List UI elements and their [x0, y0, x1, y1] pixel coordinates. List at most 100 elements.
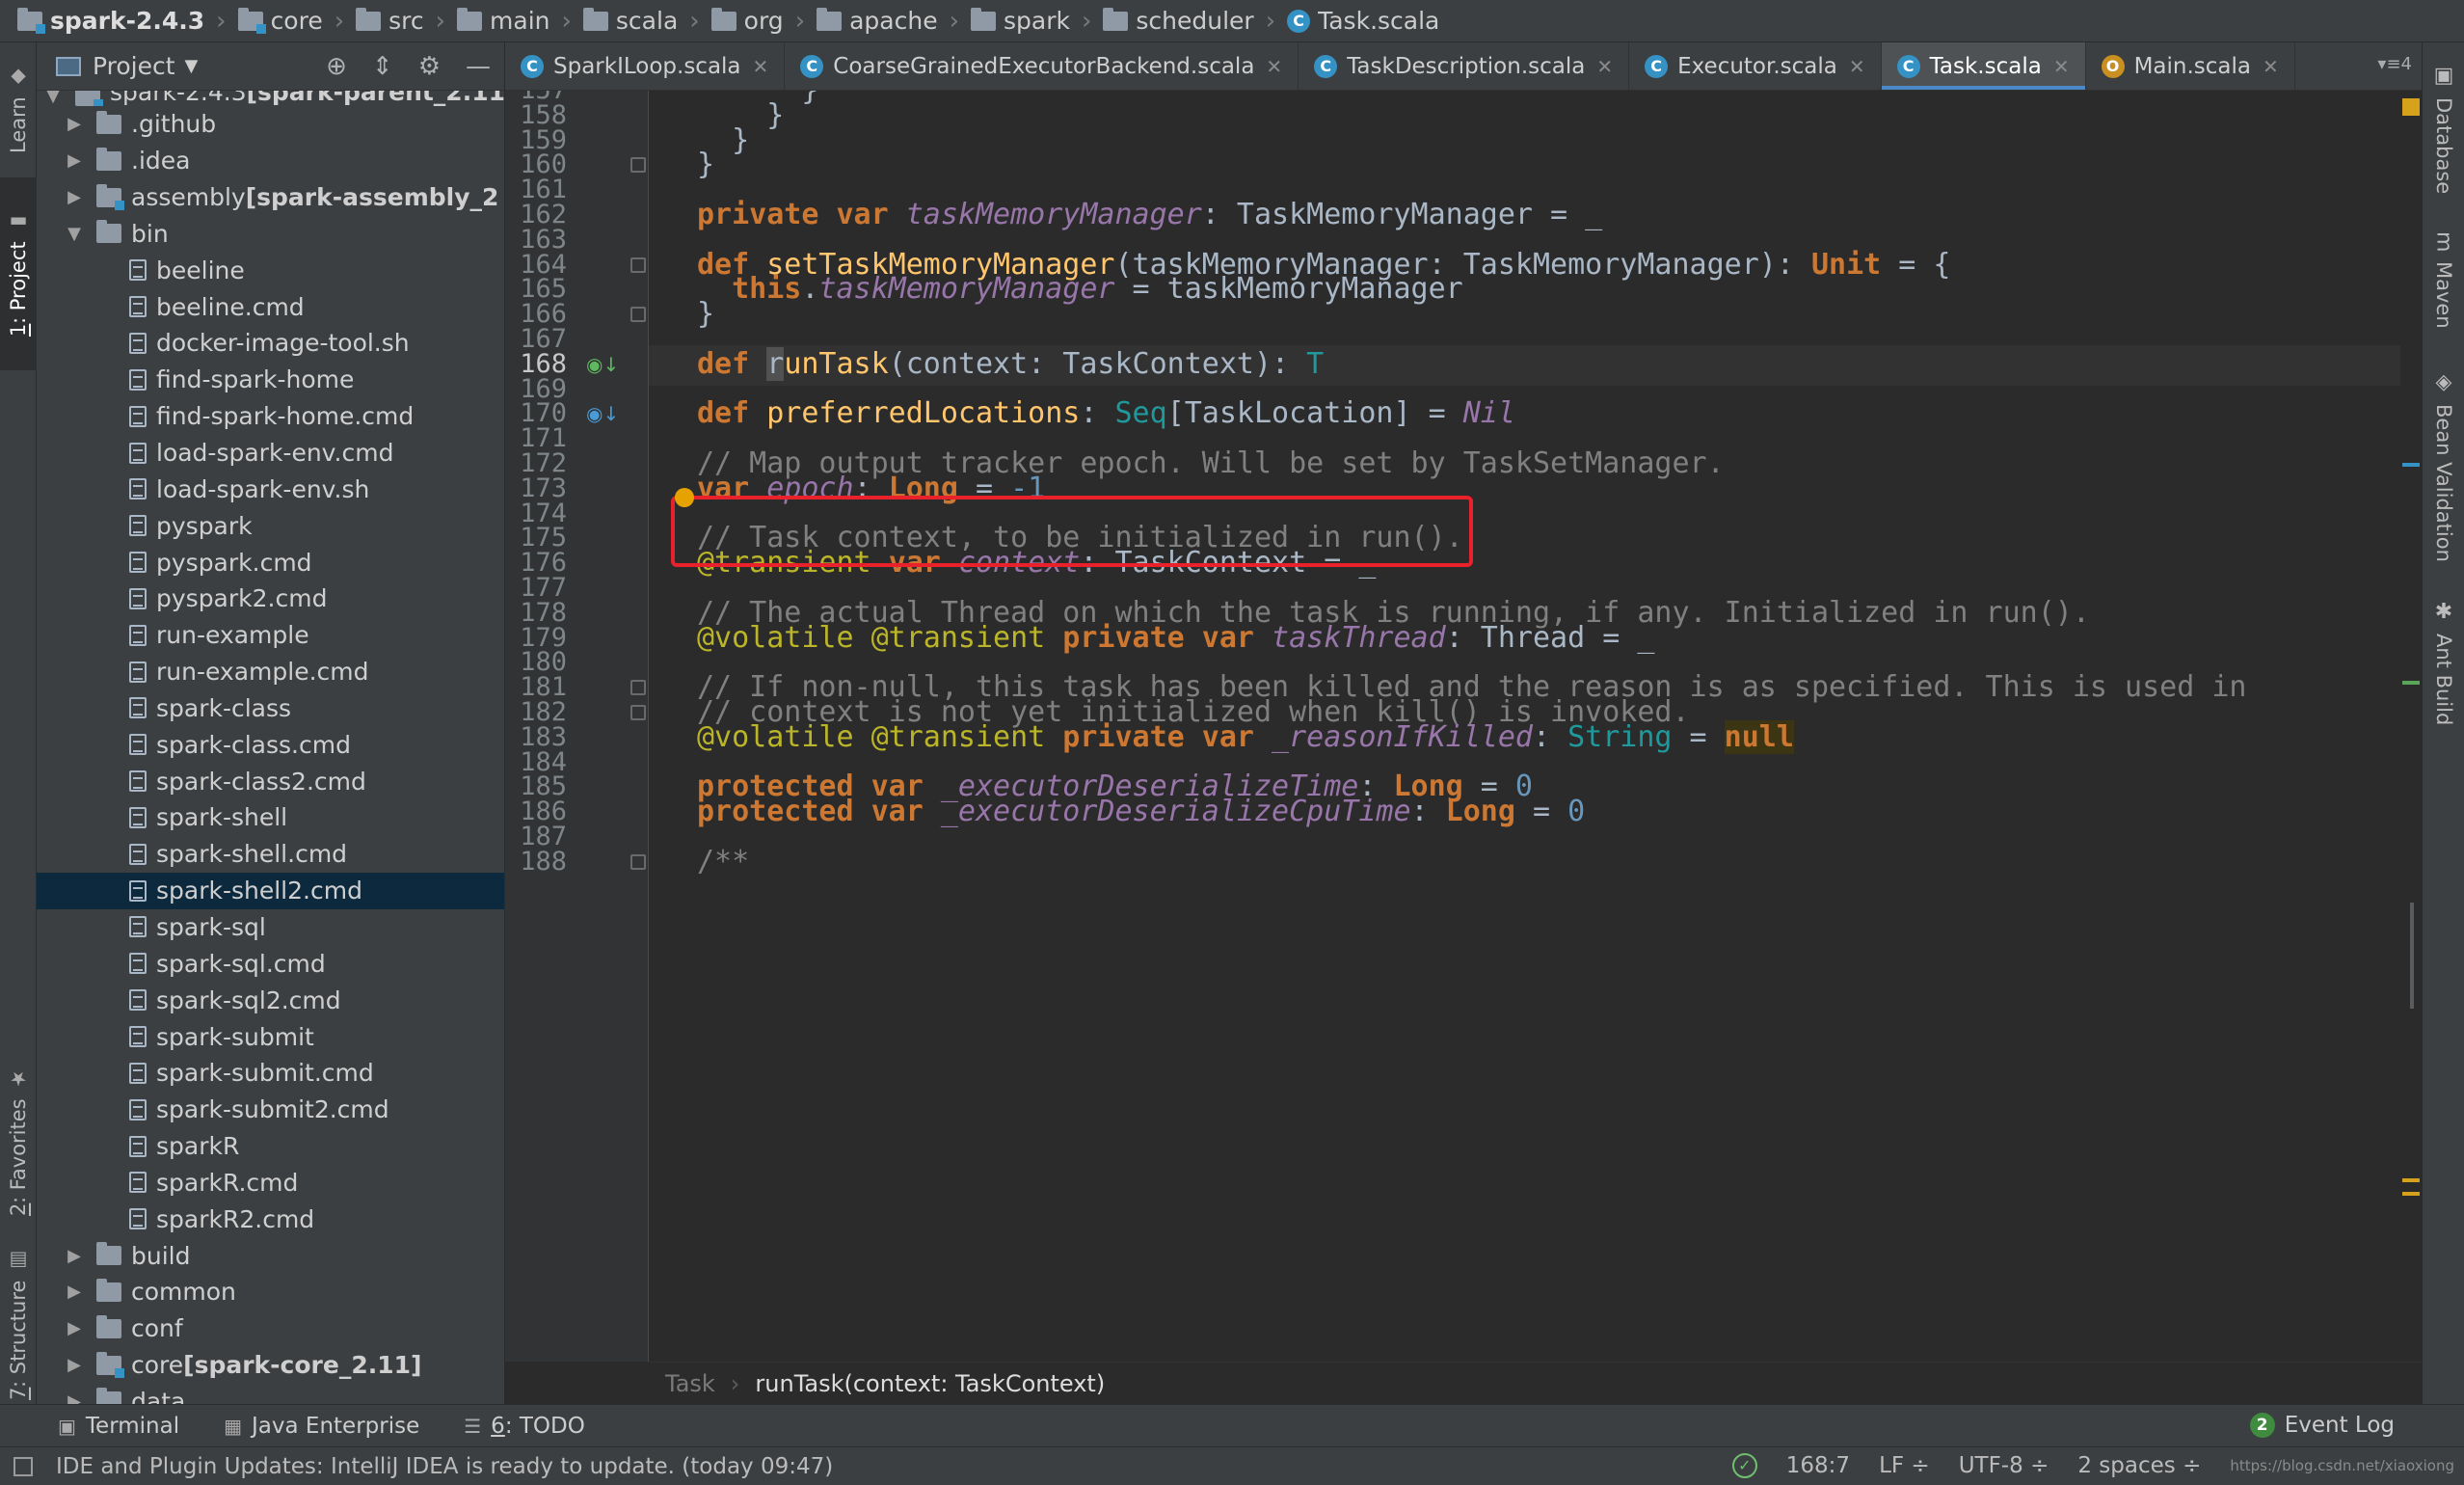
collapse-all-icon[interactable]: ⇕: [372, 52, 393, 81]
fold-marker-icon[interactable]: [630, 680, 646, 696]
editor-tab[interactable]: O Main.scala ✕: [2086, 42, 2295, 90]
project-tool-tab[interactable]: 1: Project ▬: [0, 177, 37, 370]
collapse-arrow-icon[interactable]: ▶: [66, 187, 83, 207]
close-icon[interactable]: ✕: [2263, 55, 2279, 78]
file-item[interactable]: spark-submit2.cmd: [37, 1092, 504, 1128]
breadcrumb-item[interactable]: org: [710, 7, 784, 35]
stripe-mark[interactable]: [2402, 463, 2420, 467]
warning-status-icon[interactable]: [2402, 98, 2420, 116]
stripe-mark[interactable]: [2402, 1192, 2420, 1196]
close-icon[interactable]: ✕: [2053, 55, 2070, 78]
favorites-tool-tab[interactable]: 2: Favorites ★: [0, 1045, 37, 1238]
editor-tab[interactable]: C CoarseGrainedExecutorBackend.scala ✕: [785, 42, 1299, 90]
line-separator[interactable]: LF ÷: [1879, 1453, 1930, 1478]
file-item[interactable]: spark-shell.cmd: [37, 836, 504, 873]
file-item[interactable]: spark-shell: [37, 799, 504, 836]
file-item[interactable]: spark-submit.cmd: [37, 1055, 504, 1092]
intention-bulb-icon[interactable]: [675, 488, 694, 507]
collapse-arrow-icon[interactable]: ▶: [66, 114, 83, 134]
file-item[interactable]: spark-shell2.cmd: [37, 872, 504, 909]
folder-item[interactable]: ▼ spark-2.4.3 [spark-parent_2.11: [37, 91, 504, 106]
breadcrumb-item[interactable]: scala: [582, 7, 678, 35]
file-item[interactable]: sparkR: [37, 1128, 504, 1165]
fold-marker-icon[interactable]: [630, 705, 646, 720]
file-item[interactable]: run-example: [37, 617, 504, 654]
editor-scrollbar-thumb[interactable]: [2410, 903, 2414, 1009]
breadcrumb-method[interactable]: runTask(context: TaskContext): [755, 1370, 1105, 1397]
file-item[interactable]: spark-sql: [37, 909, 504, 946]
editor-tab[interactable]: C Executor.scala ✕: [1629, 42, 1882, 90]
expand-arrow-icon[interactable]: ▼: [66, 224, 83, 244]
close-icon[interactable]: ✕: [1849, 55, 1865, 78]
tabs-overflow-indicator[interactable]: ▾≡4: [2377, 54, 2412, 74]
breadcrumb-class[interactable]: Task: [665, 1370, 715, 1397]
folder-item[interactable]: ▶ assembly [spark-assembly_2: [37, 179, 504, 216]
file-item[interactable]: spark-class.cmd: [37, 726, 504, 763]
file-item[interactable]: run-example.cmd: [37, 654, 504, 690]
file-item[interactable]: sparkR.cmd: [37, 1164, 504, 1201]
breadcrumb-item[interactable]: scheduler: [1103, 7, 1254, 35]
status-message[interactable]: IDE and Plugin Updates: IntelliJ IDEA is…: [56, 1454, 833, 1479]
file-item[interactable]: load-spark-env.cmd: [37, 435, 504, 472]
breadcrumb-item[interactable]: main: [457, 7, 550, 35]
fold-marker-icon[interactable]: [630, 307, 646, 323]
breadcrumb-item[interactable]: spark: [970, 7, 1070, 35]
close-icon[interactable]: ✕: [753, 55, 769, 78]
folder-item[interactable]: ▶ conf: [37, 1310, 504, 1347]
breadcrumb-item[interactable]: apache: [817, 7, 938, 35]
caret-position[interactable]: 168:7: [1786, 1453, 1850, 1478]
indent-setting[interactable]: 2 spaces ÷: [2077, 1453, 2201, 1478]
memory-indicator-icon[interactable]: ✓: [1731, 1453, 1757, 1478]
collapse-arrow-icon[interactable]: ▶: [66, 1318, 83, 1338]
file-item[interactable]: pyspark: [37, 507, 504, 544]
database-tool-tab[interactable]: ▣ Database: [2423, 64, 2464, 247]
breadcrumb-item[interactable]: spark-2.4.3: [17, 7, 204, 35]
file-item[interactable]: pyspark2.cmd: [37, 580, 504, 617]
folder-item[interactable]: ▶ core [spark-core_2.11]: [37, 1347, 504, 1384]
editor-tab[interactable]: C TaskDescription.scala ✕: [1299, 42, 1630, 90]
learn-tool-tab[interactable]: Learn ◆: [0, 52, 37, 168]
code-editor[interactable]: } } }}private var taskMemoryManager: Tas…: [649, 91, 2422, 1362]
hide-panel-icon[interactable]: —: [466, 52, 491, 81]
event-log-button[interactable]: 2 Event Log: [2249, 1413, 2395, 1438]
folder-item[interactable]: ▶ .github: [37, 106, 504, 143]
file-item[interactable]: spark-sql2.cmd: [37, 982, 504, 1018]
stripe-mark[interactable]: [2402, 1178, 2420, 1182]
editor-error-stripe[interactable]: [2400, 91, 2422, 1362]
implements-method-icon[interactable]: ◉↓: [586, 353, 619, 376]
file-item[interactable]: spark-submit: [37, 1018, 504, 1055]
stripe-mark[interactable]: [2402, 681, 2420, 685]
todo-tool-button[interactable]: ☰ 6: TODO: [464, 1414, 585, 1439]
chevron-down-icon[interactable]: ▼: [185, 56, 199, 76]
folder-item[interactable]: ▶ data: [37, 1384, 504, 1404]
collapse-arrow-icon[interactable]: ▶: [66, 150, 83, 171]
collapse-arrow-icon[interactable]: ▶: [66, 1282, 83, 1302]
expand-arrow-icon[interactable]: ▼: [44, 91, 62, 106]
implements-method-icon[interactable]: ◉↓: [586, 402, 619, 425]
close-icon[interactable]: ✕: [1596, 55, 1613, 78]
locate-file-icon[interactable]: ⊕: [326, 52, 347, 81]
file-item[interactable]: pyspark.cmd: [37, 544, 504, 580]
breadcrumb-item[interactable]: core: [237, 7, 323, 35]
file-item[interactable]: sparkR2.cmd: [37, 1201, 504, 1237]
file-item[interactable]: spark-class: [37, 690, 504, 727]
file-item[interactable]: spark-class2.cmd: [37, 763, 504, 799]
collapse-arrow-icon[interactable]: ▶: [66, 1355, 83, 1375]
fold-marker-icon[interactable]: [630, 256, 646, 273]
file-item[interactable]: find-spark-home.cmd: [37, 398, 504, 435]
java-enterprise-tool-button[interactable]: ▦ Java Enterprise: [224, 1414, 419, 1439]
file-item[interactable]: spark-sql.cmd: [37, 945, 504, 982]
breadcrumb-item[interactable]: src: [356, 7, 424, 35]
breadcrumb-item[interactable]: C Task.scala: [1287, 7, 1439, 35]
fold-marker-icon[interactable]: [630, 853, 646, 870]
bean-validation-tool-tab[interactable]: ◈ Bean Validation: [2423, 370, 2464, 621]
file-item[interactable]: beeline: [37, 252, 504, 288]
file-item[interactable]: beeline.cmd: [37, 288, 504, 325]
close-icon[interactable]: ✕: [1266, 55, 1282, 78]
collapse-arrow-icon[interactable]: ▶: [66, 1391, 83, 1404]
folder-item[interactable]: ▶ build: [37, 1237, 504, 1274]
editor-tab[interactable]: C SparkILoop.scala ✕: [505, 42, 786, 90]
file-item[interactable]: docker-image-tool.sh: [37, 325, 504, 362]
gear-icon[interactable]: ⚙: [418, 52, 441, 81]
folder-item[interactable]: ▶ common: [37, 1274, 504, 1310]
